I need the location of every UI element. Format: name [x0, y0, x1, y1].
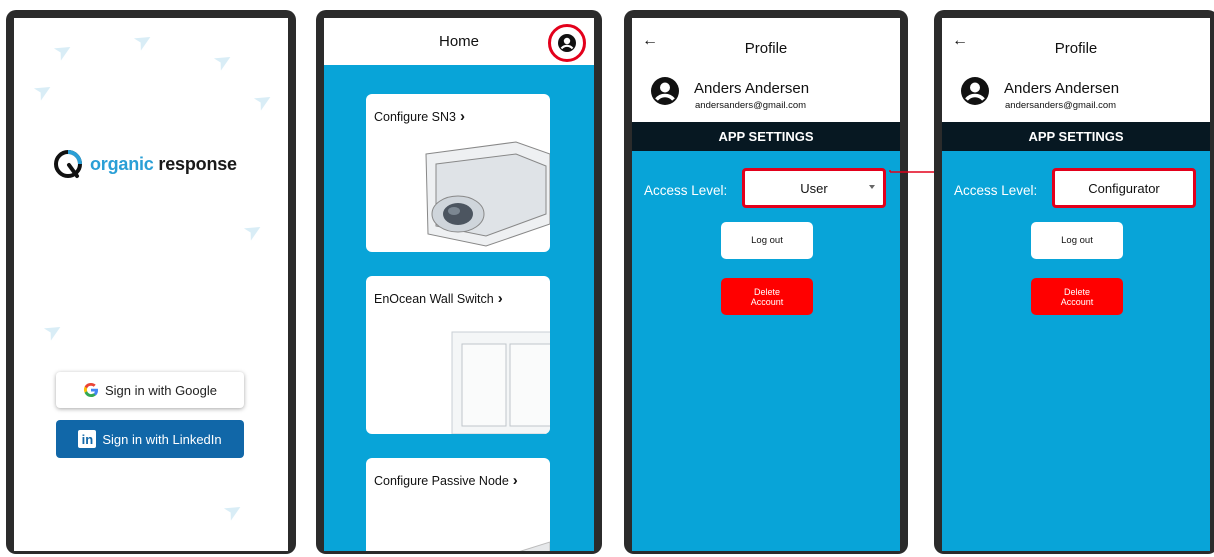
- account-circle-icon: [558, 34, 576, 52]
- sign-in-linkedin-button[interactable]: in Sign in with LinkedIn: [56, 420, 244, 458]
- profile-screen: ← Profile Anders Andersen andersanders@g…: [942, 18, 1210, 551]
- home-phone: Home Configure SN3 › EnOcean Wall Switch…: [316, 10, 602, 554]
- profile-phone-user: ← Profile Anders Andersen andersanders@g…: [624, 10, 908, 554]
- page-title: Profile: [1054, 40, 1098, 57]
- access-level-select[interactable]: Configurator: [1052, 168, 1196, 208]
- sign-in-google-button[interactable]: Sign in with Google: [56, 372, 244, 408]
- card-configure-sn3[interactable]: Configure SN3 ›: [366, 94, 550, 252]
- organic-response-logo-icon: [54, 150, 82, 178]
- user-name: Anders Andersen: [694, 80, 810, 97]
- fish-decoration-icon: ➤: [128, 25, 158, 57]
- fish-decoration-icon: ➤: [208, 45, 238, 77]
- dropdown-caret-icon: [869, 185, 875, 189]
- card-configure-passive-node[interactable]: Configure Passive Node ›: [366, 458, 550, 551]
- profile-top-bar: ← Profile: [942, 18, 1210, 70]
- brand-logo: organic response: [52, 148, 237, 180]
- page-title: Profile: [744, 40, 788, 57]
- access-level-value: User: [800, 180, 828, 196]
- user-info: Anders Andersen andersanders@gmail.com: [942, 70, 1210, 122]
- access-level-label: Access Level:: [954, 183, 1038, 198]
- access-level-label: Access Level:: [644, 183, 728, 198]
- fish-decoration-icon: ➤: [28, 75, 58, 107]
- google-icon: [83, 382, 98, 398]
- home-screen: Home Configure SN3 › EnOcean Wall Switch…: [324, 18, 594, 551]
- log-out-button[interactable]: Log out: [721, 222, 813, 259]
- profile-top-bar: ← Profile: [632, 18, 900, 70]
- sensor-device-image: [425, 141, 550, 247]
- access-level-value: Configurator: [1088, 180, 1160, 196]
- account-button[interactable]: [548, 24, 586, 62]
- avatar-icon: [961, 77, 989, 105]
- user-name: Anders Andersen: [1004, 80, 1120, 97]
- linkedin-button-label: Sign in with LinkedIn: [102, 431, 222, 447]
- fish-decoration-icon: ➤: [38, 315, 68, 347]
- fish-decoration-icon: ➤: [248, 85, 278, 117]
- linkedin-icon: in: [78, 430, 97, 448]
- user-email: andersanders@gmail.com: [1005, 100, 1117, 111]
- page-title: Home: [438, 33, 479, 50]
- home-top-bar: Home: [324, 18, 594, 65]
- profile-screen: ← Profile Anders Andersen andersanders@g…: [632, 18, 900, 551]
- avatar-icon: [651, 77, 679, 105]
- access-level-select[interactable]: User: [742, 168, 886, 208]
- user-info: Anders Andersen andersanders@gmail.com: [632, 70, 900, 122]
- google-button-label: Sign in with Google: [104, 382, 217, 398]
- app-settings-header: APP SETTINGS: [942, 122, 1210, 151]
- wall-switch-image: [451, 331, 550, 434]
- login-phone: ➤ ➤ ➤ ➤ ➤ ➤ ➤ ➤ organic response Sign in…: [6, 10, 296, 554]
- delete-account-button[interactable]: Delete Account: [1031, 278, 1123, 315]
- profile-phone-configurator: ← Profile Anders Andersen andersanders@g…: [934, 10, 1214, 554]
- log-out-button[interactable]: Log out: [1031, 222, 1123, 259]
- delete-account-button[interactable]: Delete Account: [721, 278, 813, 315]
- app-settings-header: APP SETTINGS: [632, 122, 900, 151]
- fish-decoration-icon: ➤: [218, 495, 248, 527]
- card-enocean-wall-switch[interactable]: EnOcean Wall Switch ›: [366, 276, 550, 434]
- user-email: andersanders@gmail.com: [695, 100, 807, 111]
- fish-decoration-icon: ➤: [48, 35, 78, 67]
- passive-node-image: [519, 541, 550, 551]
- fish-decoration-icon: ➤: [238, 215, 268, 247]
- login-screen: ➤ ➤ ➤ ➤ ➤ ➤ ➤ ➤ organic response Sign in…: [14, 18, 288, 551]
- brand-name: organic response: [90, 153, 237, 174]
